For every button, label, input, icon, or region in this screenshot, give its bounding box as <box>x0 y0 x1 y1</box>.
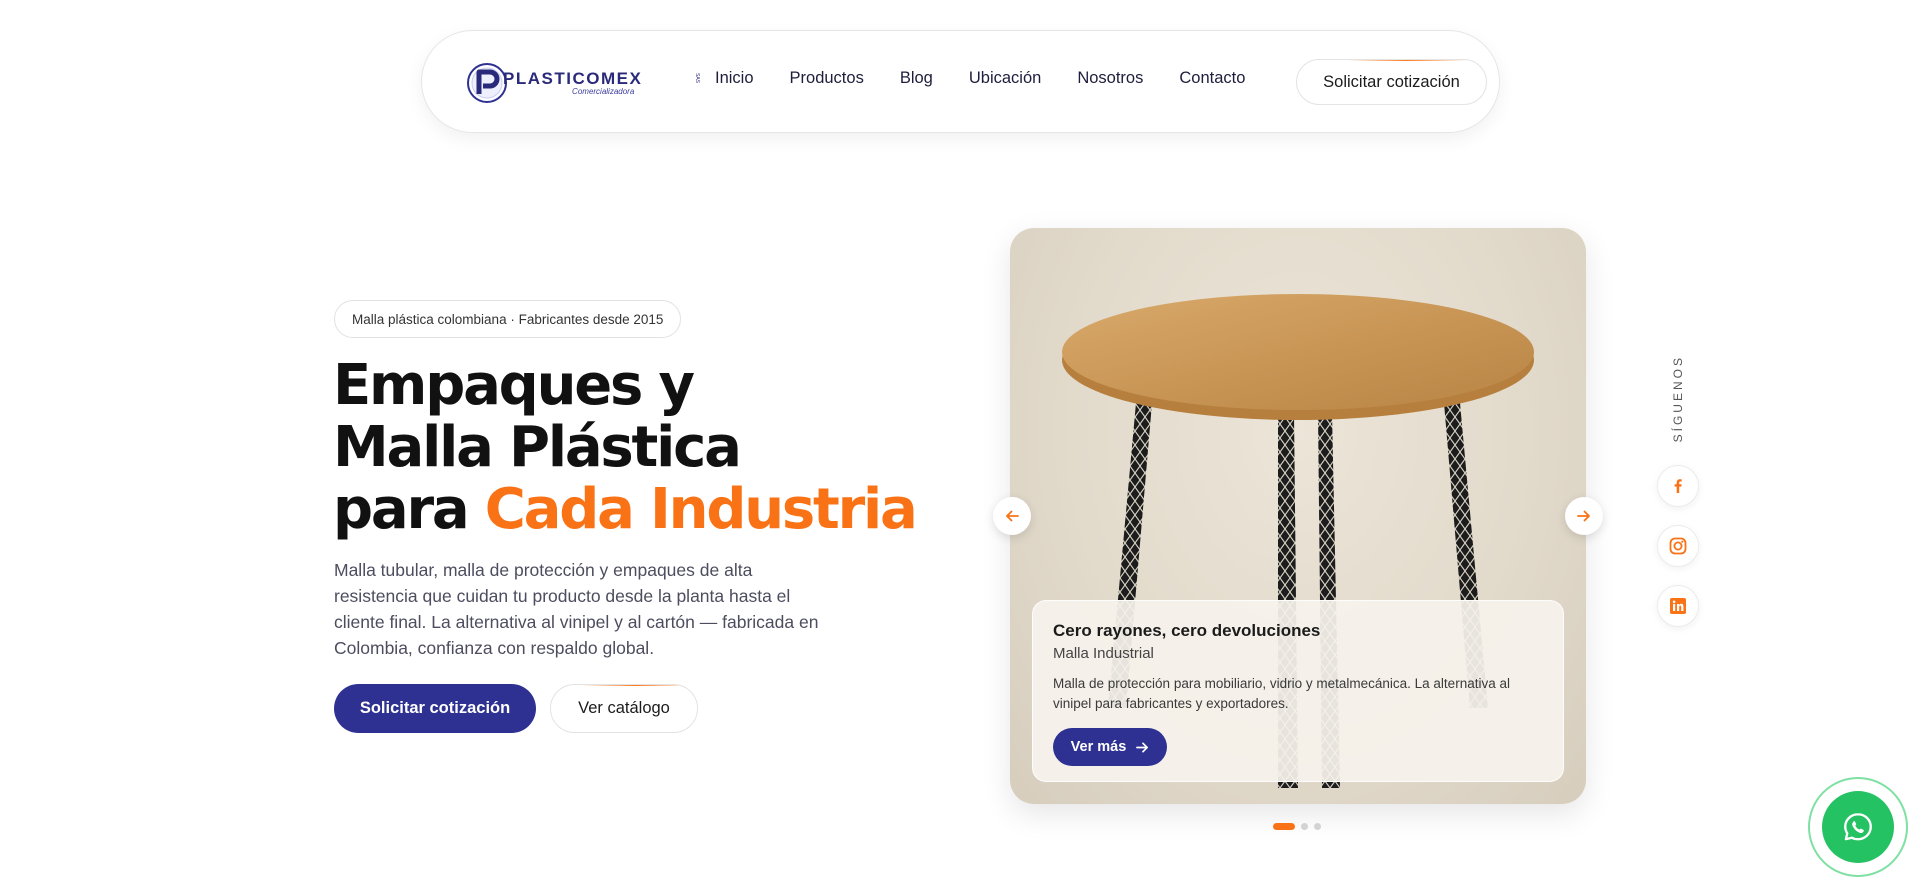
social-label: SÍGUENOS <box>1671 355 1685 443</box>
hero-title: Empaques y Malla Plástica para Cada Indu… <box>333 355 973 541</box>
brand-suffix: SAS <box>694 73 700 84</box>
slide-info-card: Cero rayones, cero devoluciones Malla In… <box>1032 600 1564 782</box>
linkedin-link[interactable] <box>1657 585 1699 627</box>
nav-link-nosotros[interactable]: Nosotros <box>1077 69 1143 88</box>
hero-quote-button[interactable]: Solicitar cotización <box>334 684 536 733</box>
hero-title-accent: Cada Industria <box>484 477 918 542</box>
whatsapp-float-ring <box>1808 777 1908 877</box>
facebook-link[interactable] <box>1657 465 1699 507</box>
arrow-right-icon <box>1136 741 1149 753</box>
slide-category: Malla Industrial <box>1053 645 1154 662</box>
hero-description: Malla tubular, malla de protección y emp… <box>334 560 819 658</box>
slide-title: Cero rayones, cero devoluciones <box>1053 621 1321 640</box>
hero-title-line-3: para <box>333 477 485 542</box>
carousel-dot-2[interactable] <box>1301 823 1308 830</box>
carousel-dot-3[interactable] <box>1314 823 1321 830</box>
whatsapp-icon <box>1844 813 1872 841</box>
hero-title-line-2: Malla Plástica <box>333 415 742 480</box>
slide-more-button[interactable]: Ver más <box>1053 728 1167 766</box>
slide-more-label: Ver más <box>1070 739 1127 755</box>
brand-name: PLASTICOMEX <box>503 69 643 88</box>
slide-description: Malla de protección para mobiliario, vid… <box>1053 676 1510 711</box>
nav-link-inicio[interactable]: Inicio <box>715 69 754 88</box>
arrow-right-icon <box>1577 510 1590 522</box>
brand-subtitle: Comercializadora <box>572 87 635 96</box>
hero-carousel-slide: Cero rayones, cero devoluciones Malla In… <box>1010 228 1586 804</box>
hero-catalog-button[interactable]: Ver catálogo <box>550 684 698 733</box>
linkedin-icon <box>1670 598 1686 614</box>
whatsapp-button[interactable] <box>1822 791 1894 863</box>
carousel-dots <box>1273 823 1321 830</box>
nav-link-blog[interactable]: Blog <box>900 69 933 88</box>
main-navbar: PLASTICOMEX Comercializadora SAS Inicio … <box>421 30 1500 133</box>
nav-quote-button[interactable]: Solicitar cotización <box>1296 59 1487 105</box>
hero-title-line-1: Empaques y <box>333 353 695 418</box>
carousel-next-button[interactable] <box>1565 497 1603 535</box>
arrow-left-icon <box>1006 510 1019 522</box>
nav-links: Inicio Productos Blog Ubicación Nosotros… <box>715 69 1281 88</box>
brand-logo[interactable]: PLASTICOMEX Comercializadora SAS <box>465 59 700 107</box>
carousel-prev-button[interactable] <box>993 497 1031 535</box>
logo-text: PLASTICOMEX Comercializadora <box>503 70 642 96</box>
instagram-link[interactable] <box>1657 525 1699 567</box>
nav-link-ubicacion[interactable]: Ubicación <box>969 69 1041 88</box>
facebook-icon <box>1674 479 1682 493</box>
instagram-icon <box>1669 537 1687 555</box>
carousel-dot-1[interactable] <box>1273 823 1295 830</box>
hero-badge: Malla plástica colombiana · Fabricantes … <box>334 300 682 338</box>
nav-link-contacto[interactable]: Contacto <box>1179 69 1245 88</box>
nav-link-productos[interactable]: Productos <box>790 69 864 88</box>
